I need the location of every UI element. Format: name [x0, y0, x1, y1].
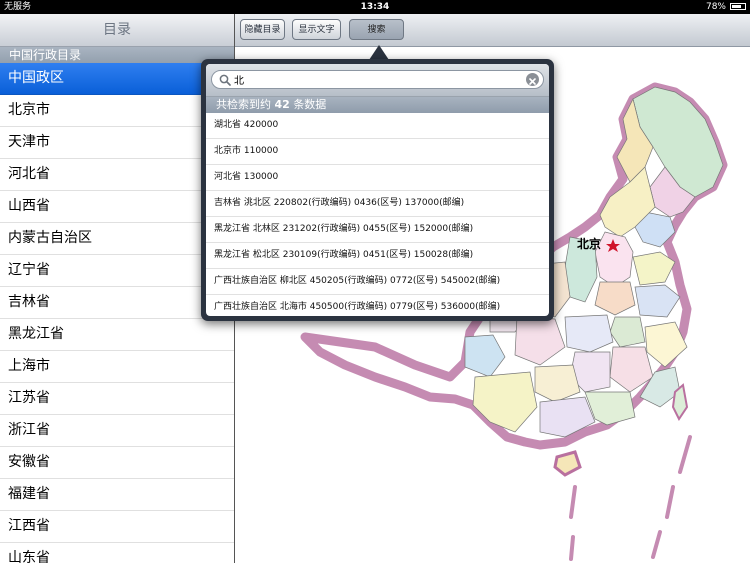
province-hainan[interactable]: [553, 450, 582, 477]
province-jiangsu[interactable]: [634, 284, 681, 318]
sidebar-item[interactable]: 江苏省: [0, 383, 234, 415]
dash-line: [665, 485, 675, 519]
search-input[interactable]: [234, 72, 514, 87]
sidebar: 目录 中国行政目录 中国政区 北京市 天津市 河北省 山西省 内蒙古自治区 辽宁省 吉林省 黑龙…: [0, 14, 235, 563]
clock: 13:34: [360, 2, 390, 12]
sidebar-item[interactable]: 福建省: [0, 479, 234, 511]
sidebar-item[interactable]: 黑龙江省: [0, 319, 234, 351]
result-count: 42: [274, 98, 290, 111]
province-henan[interactable]: [594, 281, 636, 316]
search-result-item[interactable]: 北京市 110000: [206, 139, 549, 165]
toolbar: 隐藏目录 显示文字 搜索: [235, 14, 750, 47]
province-guizhou[interactable]: [534, 364, 581, 403]
sidebar-item[interactable]: 上海市: [0, 351, 234, 383]
search-icon: [219, 74, 231, 86]
status-bar: 无服务 13:34 78%: [0, 0, 750, 14]
sidebar-item[interactable]: 中国政区: [0, 63, 234, 95]
dash-line: [569, 535, 575, 561]
clear-icon[interactable]: [526, 73, 539, 86]
dash-line: [569, 485, 577, 519]
search-popover: 共检索到约 42 条数据 湖北省 420000北京市 110000河北省 130…: [201, 59, 554, 321]
show-text-button[interactable]: 显示文字: [292, 19, 341, 40]
result-list: 湖北省 420000 北京市 110000 河北省 130000 吉林省 洮北区 22…: [206, 113, 549, 316]
search-result-item[interactable]: 广西壮族自治区 柳北区 450205(行政编码) 0772(区号) 545002…: [206, 269, 549, 295]
capital-label: 北京: [577, 236, 601, 251]
section-header: 中国行政目录: [0, 47, 234, 63]
sidebar-title: 目录: [0, 14, 234, 47]
result-prefix: 共检索到约: [216, 98, 271, 111]
battery-percent: 78%: [705, 2, 726, 12]
search-result-item[interactable]: 广西壮族自治区 北海市 450500(行政编码) 0779(区号) 536000…: [206, 295, 549, 316]
sidebar-item[interactable]: 山西省: [0, 191, 234, 223]
popover-arrow: [369, 45, 389, 60]
search-result-item[interactable]: 黑龙江省 北林区 231202(行政编码) 0455(区号) 152000(邮编…: [206, 217, 549, 243]
battery-icon: [730, 3, 746, 10]
search-bar: [206, 64, 549, 97]
sidebar-item[interactable]: 山东省: [0, 543, 234, 563]
province-sichuan[interactable]: [514, 316, 566, 366]
sidebar-item[interactable]: 江西省: [0, 511, 234, 543]
dash-line: [651, 530, 662, 559]
sidebar-item[interactable]: 北京市: [0, 95, 234, 127]
sidebar-item[interactable]: 内蒙古自治区: [0, 223, 234, 255]
province-sichuan-west[interactable]: [464, 334, 506, 378]
result-suffix: 条数据: [293, 98, 327, 111]
sidebar-item[interactable]: 吉林省: [0, 287, 234, 319]
sidebar-item[interactable]: 辽宁省: [0, 255, 234, 287]
search-result-item[interactable]: 湖北省 420000: [206, 113, 549, 139]
hide-catalog-button[interactable]: 隐藏目录: [240, 19, 285, 40]
search-result-item[interactable]: 黑龙江省 松北区 230109(行政编码) 0451(区号) 150028(邮编…: [206, 243, 549, 269]
search-button[interactable]: 搜索: [349, 19, 404, 40]
result-count-header: 共检索到约 42 条数据: [206, 97, 549, 113]
search-result-item[interactable]: 吉林省 洮北区 220802(行政编码) 0436(区号) 137000(邮编): [206, 191, 549, 217]
sidebar-item[interactable]: 河北省: [0, 159, 234, 191]
search-result-item[interactable]: 河北省 130000: [206, 165, 549, 191]
sidebar-item[interactable]: 安徽省: [0, 447, 234, 479]
province-hubei[interactable]: [564, 314, 614, 353]
province-anhui[interactable]: [609, 316, 646, 348]
sidebar-item[interactable]: 天津市: [0, 127, 234, 159]
sidebar-list: 中国政区 北京市 天津市 河北省 山西省 内蒙古自治区 辽宁省 吉林省 黑龙江省 上海市 江苏省 浙江…: [0, 63, 234, 563]
search-field[interactable]: [211, 70, 544, 89]
sidebar-item[interactable]: 浙江省: [0, 415, 234, 447]
dash-line: [678, 435, 692, 474]
province-yunnan[interactable]: [472, 371, 538, 433]
